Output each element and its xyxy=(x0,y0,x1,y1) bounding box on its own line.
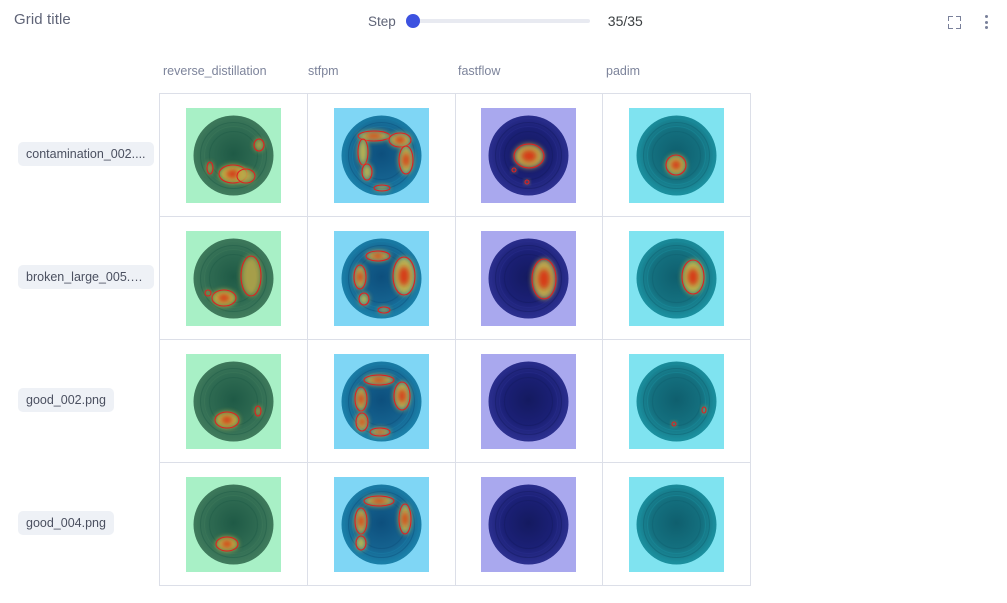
heatmap-thumbnail[interactable] xyxy=(185,230,281,326)
grid-cell-r3-c1[interactable] xyxy=(307,463,456,586)
image-grid xyxy=(159,93,751,586)
grid-cell-r0-c0[interactable] xyxy=(160,94,308,217)
step-value: 35/35 xyxy=(607,13,643,29)
heatmap-thumbnail[interactable] xyxy=(333,107,429,203)
grid-cell-r3-c3[interactable] xyxy=(603,463,751,586)
grid-cell-r3-c0[interactable] xyxy=(160,463,308,586)
more-vertical-icon xyxy=(984,15,988,29)
fullscreen-button[interactable] xyxy=(943,11,965,33)
step-label: Step xyxy=(368,13,396,29)
heatmap-thumbnail[interactable] xyxy=(481,230,577,326)
grid-cell-r2-c2[interactable] xyxy=(455,340,604,463)
heatmap-thumbnail[interactable] xyxy=(481,107,577,203)
grid-row xyxy=(160,463,751,586)
grid-cell-r2-c0[interactable] xyxy=(160,340,308,463)
grid-cell-r1-c3[interactable] xyxy=(603,217,751,340)
row-label-1: broken_large_005.png xyxy=(18,265,154,289)
page-title: Grid title xyxy=(14,11,71,28)
overflow-menu-button[interactable] xyxy=(975,11,997,33)
image-grid-board: reverse_distillation stfpm fastflow padim c… xyxy=(0,42,1007,603)
row-label-2: good_002.png xyxy=(18,388,114,412)
fullscreen-icon xyxy=(947,15,961,29)
grid-cell-r0-c2[interactable] xyxy=(455,94,604,217)
heatmap-thumbnail[interactable] xyxy=(185,476,281,572)
grid-cell-r1-c1[interactable] xyxy=(307,217,456,340)
heatmap-thumbnail[interactable] xyxy=(629,230,725,326)
heatmap-thumbnail[interactable] xyxy=(629,353,725,449)
step-control: Step 35/35 xyxy=(368,11,643,31)
heatmap-thumbnail[interactable] xyxy=(185,107,281,203)
row-label-column: contamination_002.... broken_large_005.pn… xyxy=(0,42,159,603)
grid-row xyxy=(160,340,751,463)
toolbar-actions xyxy=(943,11,997,33)
grid-cell-r2-c3[interactable] xyxy=(603,340,751,463)
row-label-3: good_004.png xyxy=(18,511,114,535)
grid-cell-r0-c3[interactable] xyxy=(603,94,751,217)
heatmap-thumbnail[interactable] xyxy=(481,476,577,572)
slider-thumb[interactable] xyxy=(405,14,420,28)
heatmap-thumbnail[interactable] xyxy=(185,353,281,449)
grid-cell-r3-c2[interactable] xyxy=(455,463,604,586)
step-slider[interactable] xyxy=(405,12,590,30)
grid-cell-r2-c1[interactable] xyxy=(307,340,456,463)
column-header-stfpm: stfpm xyxy=(308,64,339,78)
grid-row xyxy=(160,94,751,217)
column-header-reverse_distillation: reverse_distillation xyxy=(163,64,267,78)
grid-cell-r1-c0[interactable] xyxy=(160,217,308,340)
toolbar: Grid title Step 35/35 xyxy=(0,0,1007,42)
heatmap-thumbnail[interactable] xyxy=(333,476,429,572)
slider-track[interactable] xyxy=(405,19,590,23)
row-label-0: contamination_002.... xyxy=(18,142,154,166)
column-header-padim: padim xyxy=(606,64,641,78)
heatmap-thumbnail[interactable] xyxy=(629,476,725,572)
heatmap-thumbnail[interactable] xyxy=(481,353,577,449)
grid-cell-r0-c1[interactable] xyxy=(307,94,456,217)
grid-cell-r1-c2[interactable] xyxy=(455,217,604,340)
heatmap-thumbnail[interactable] xyxy=(629,107,725,203)
column-header-fastflow: fastflow xyxy=(458,64,501,78)
heatmap-thumbnail[interactable] xyxy=(333,230,429,326)
heatmap-thumbnail[interactable] xyxy=(333,353,429,449)
grid-row xyxy=(160,217,751,340)
